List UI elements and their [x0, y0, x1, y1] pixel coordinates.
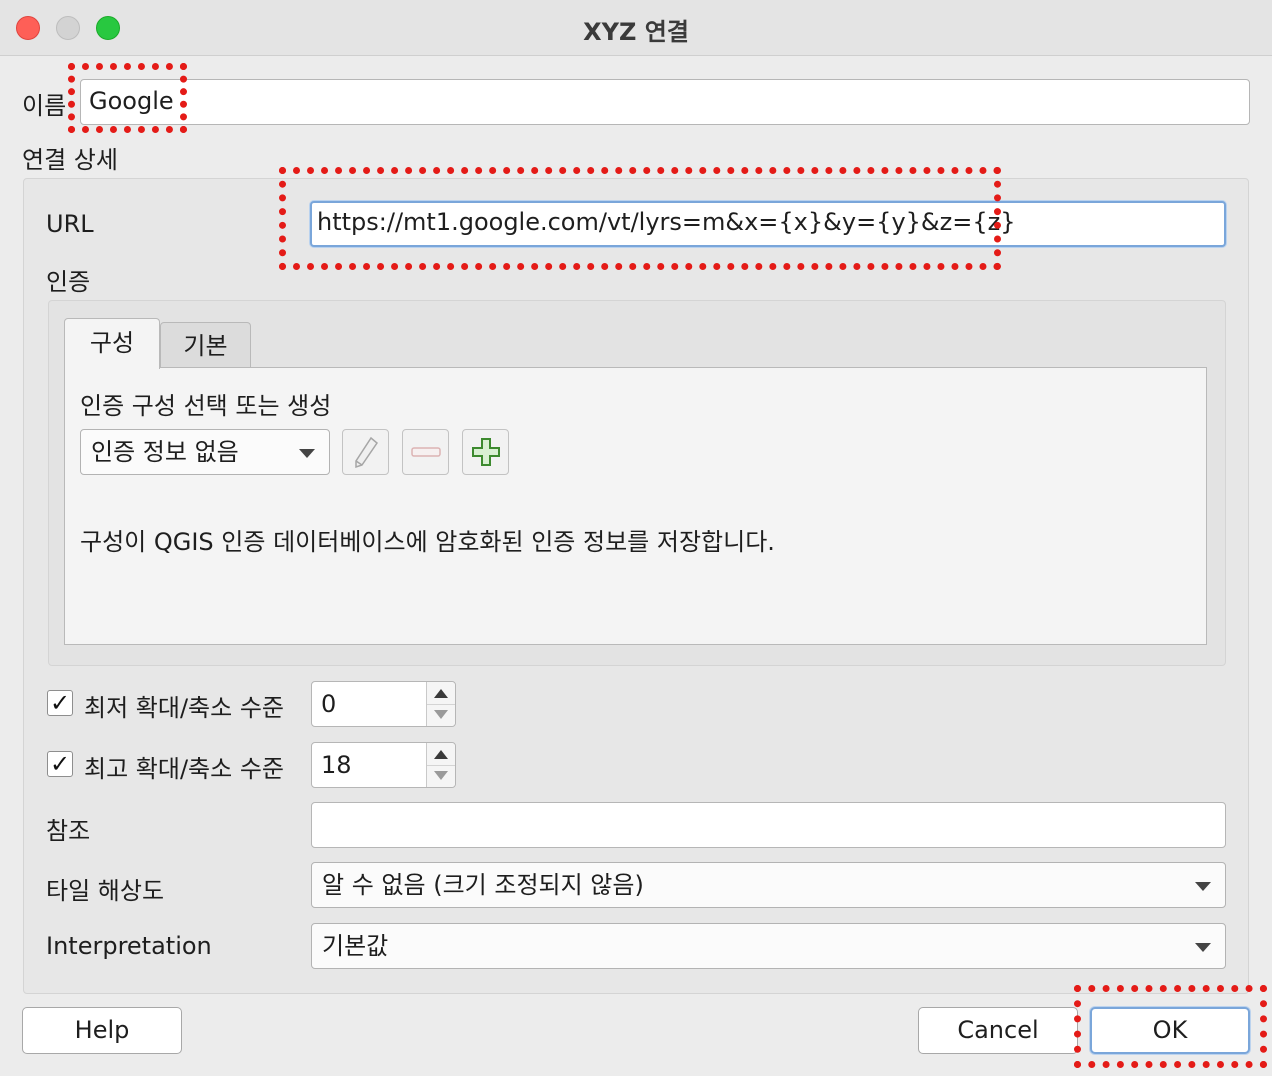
arrow-up-icon[interactable] [434, 689, 448, 698]
window-title: XYZ 연결 [583, 18, 689, 46]
title-bar: XYZ 연결 [0, 0, 1272, 56]
tile-resolution-label: 타일 해상도 [46, 877, 165, 905]
pencil-icon [354, 436, 378, 469]
min-zoom-stepper[interactable] [426, 682, 455, 726]
cancel-button[interactable]: Cancel [918, 1007, 1078, 1054]
max-zoom-spinbox[interactable]: 18 [311, 742, 456, 788]
max-zoom-value: 18 [321, 751, 352, 779]
auth-config-select[interactable]: 인증 정보 없음 [80, 429, 330, 475]
add-auth-config-button[interactable] [462, 429, 509, 475]
chevron-down-icon [299, 449, 315, 458]
tile-resolution-select[interactable]: 알 수 없음 (크기 조정되지 않음) [311, 862, 1226, 908]
chevron-down-icon [1195, 943, 1211, 952]
referer-label: 참조 [46, 817, 91, 845]
chevron-down-icon [1195, 882, 1211, 891]
auth-config-select-value: 인증 정보 없음 [91, 438, 239, 466]
url-label: URL [46, 210, 94, 238]
connection-details-title: 연결 상세 [22, 146, 118, 174]
authentication-label: 인증 [46, 268, 91, 296]
arrow-down-icon[interactable] [434, 710, 448, 719]
auth-info-text: 구성이 QGIS 인증 데이터베이스에 암호화된 인증 정보를 저장합니다. [80, 528, 775, 556]
name-input[interactable]: Google [80, 79, 1250, 125]
name-label: 이름 [22, 92, 67, 120]
interpretation-select[interactable]: 기본값 [311, 923, 1226, 969]
min-zoom-value: 0 [321, 690, 337, 718]
arrow-up-icon[interactable] [434, 750, 448, 759]
interpretation-label: Interpretation [46, 932, 212, 960]
max-zoom-checkbox[interactable]: ✓ [47, 751, 73, 777]
tab-basic[interactable]: 기본 [160, 322, 251, 367]
plus-icon [471, 438, 500, 466]
tile-resolution-value: 알 수 없음 (크기 조정되지 않음) [322, 871, 644, 899]
arrow-down-icon[interactable] [434, 771, 448, 780]
auth-config-title: 인증 구성 선택 또는 생성 [80, 392, 332, 420]
referer-input[interactable] [311, 802, 1226, 848]
url-input[interactable]: https://mt1.google.com/vt/lyrs=m&x={x}&y… [310, 201, 1226, 247]
help-button[interactable]: Help [22, 1007, 182, 1054]
min-zoom-spinbox[interactable]: 0 [311, 681, 456, 727]
max-zoom-stepper[interactable] [426, 743, 455, 787]
min-zoom-checkbox[interactable]: ✓ [47, 690, 73, 716]
ok-button[interactable]: OK [1090, 1007, 1250, 1054]
max-zoom-label: 최고 확대/축소 수준 [84, 755, 284, 783]
minus-icon [410, 447, 441, 457]
edit-auth-config-button[interactable] [342, 429, 389, 475]
tab-configurations[interactable]: 구성 [64, 318, 160, 369]
min-zoom-label: 최저 확대/축소 수준 [84, 694, 284, 722]
remove-auth-config-button[interactable] [402, 429, 449, 475]
interpretation-value: 기본값 [322, 932, 389, 960]
